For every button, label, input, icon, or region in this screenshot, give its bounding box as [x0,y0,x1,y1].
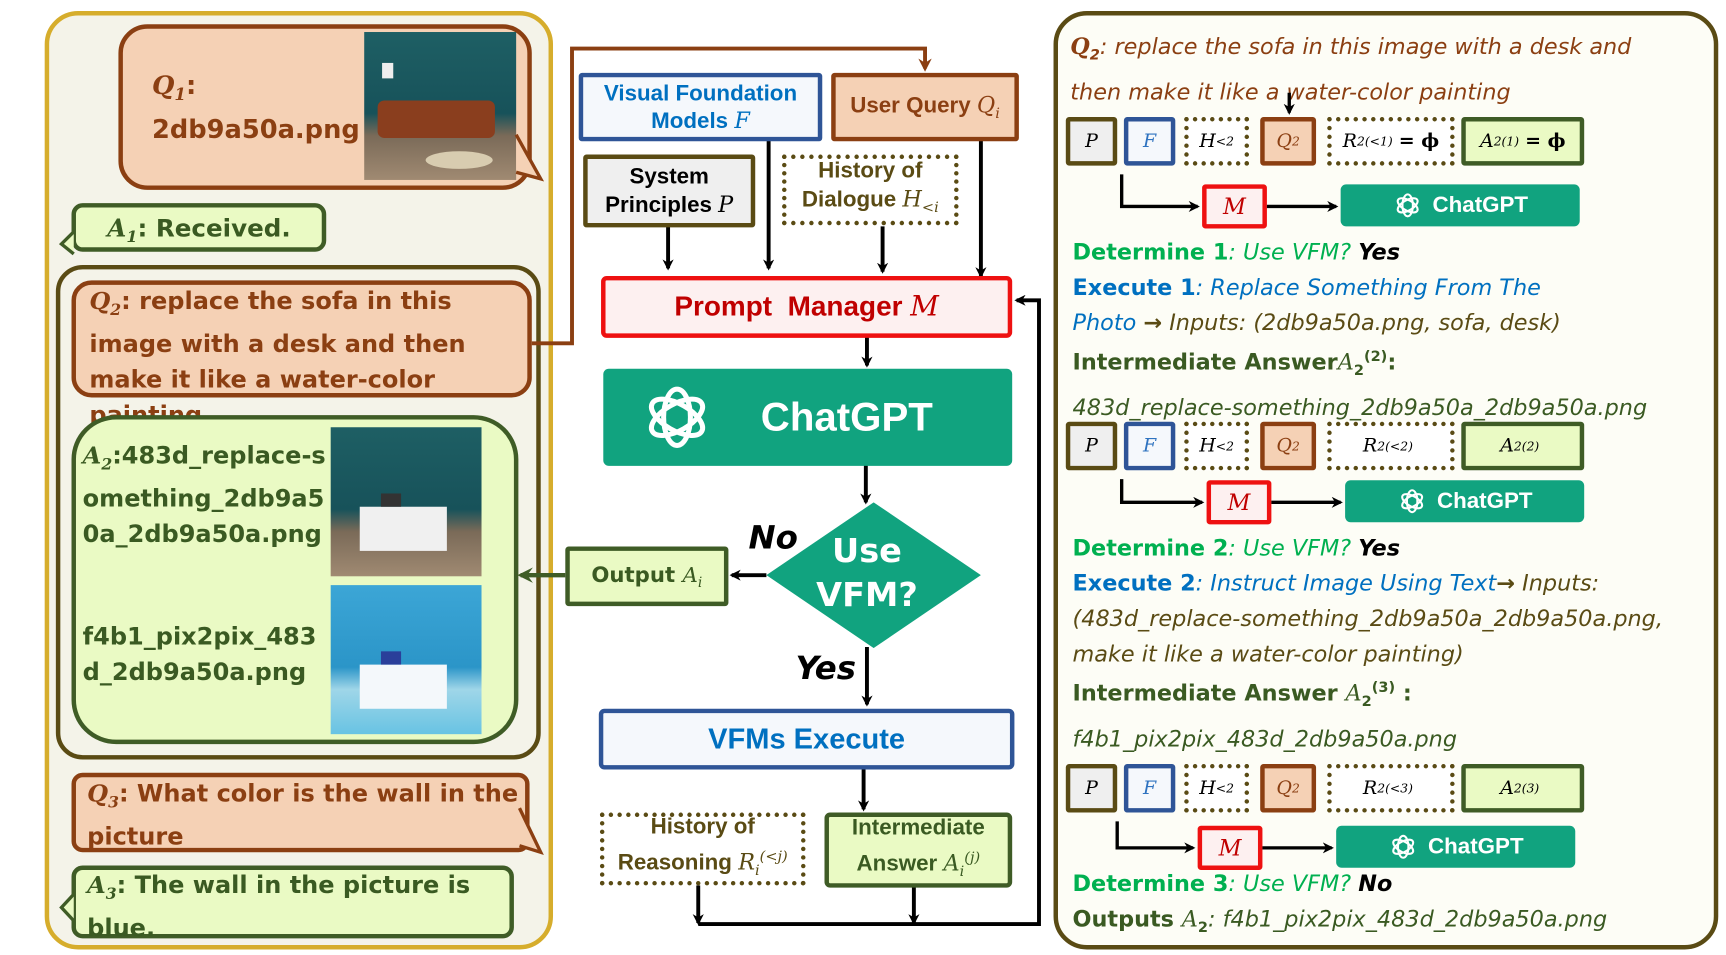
row-input-arrow [1115,821,1196,854]
row-connectors [1115,821,1334,854]
